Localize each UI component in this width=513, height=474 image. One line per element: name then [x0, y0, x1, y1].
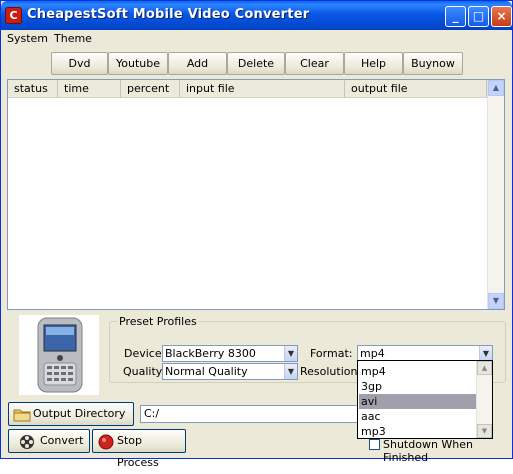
chevron-down-icon[interactable]: ▼ [479, 346, 492, 361]
device-preview-image [19, 315, 99, 395]
format-label: Format: [310, 347, 353, 360]
device-value: BlackBerry 8300 [165, 347, 256, 360]
close-button[interactable]: × [491, 6, 512, 27]
convert-label: Convert [40, 434, 84, 447]
stop-process-button[interactable]: Stop Process [92, 429, 186, 469]
shutdown-checkbox[interactable] [369, 439, 380, 450]
window-title: CheapestSoft Mobile Video Converter [27, 7, 310, 22]
scroll-down-icon[interactable]: ▼ [477, 424, 492, 438]
column-percent[interactable]: percent [121, 80, 180, 98]
device-label: Device: [124, 347, 166, 360]
blackberry-phone-icon [37, 317, 83, 393]
format-option-mp4[interactable]: mp4 [359, 364, 477, 379]
menu-bar: System Theme [1, 30, 512, 48]
app-logo-icon: C [5, 7, 22, 24]
format-option-mp3[interactable]: mp3 [359, 424, 477, 439]
chevron-down-icon[interactable]: ▼ [284, 364, 297, 379]
format-option-avi[interactable]: avi [359, 394, 477, 409]
delete-button[interactable]: Delete [227, 52, 285, 75]
stop-process-label: Stop Process [117, 434, 159, 469]
minimize-button[interactable]: _ [445, 6, 466, 27]
dvd-button[interactable]: Dvd [51, 52, 108, 75]
title-bar[interactable]: C CheapestSoft Mobile Video Converter _ … [1, 1, 512, 30]
column-output-file[interactable]: output file [345, 80, 487, 98]
output-directory-button[interactable]: Output Directory ... [8, 402, 134, 442]
buynow-button[interactable]: Buynow [403, 52, 463, 75]
output-path-input[interactable]: C:/ [140, 405, 362, 423]
menu-system[interactable]: System [7, 32, 48, 45]
file-list-header: status time percent input file output fi… [8, 80, 487, 98]
help-button[interactable]: Help [344, 52, 403, 75]
add-button[interactable]: Add [168, 52, 227, 75]
format-value: mp4 [360, 347, 385, 360]
preset-profiles-legend: Preset Profiles [117, 315, 199, 328]
menu-theme[interactable]: Theme [54, 32, 92, 45]
folder-icon [13, 409, 31, 422]
maximize-button[interactable]: □ [468, 6, 489, 27]
clear-button[interactable]: Clear [285, 52, 344, 75]
quality-select[interactable]: Normal Quality ▼ [162, 363, 298, 380]
file-list[interactable]: status time percent input file output fi… [7, 79, 505, 310]
resolution-label: Resolution : [300, 365, 365, 378]
quality-value: Normal Quality [165, 365, 248, 378]
device-select[interactable]: BlackBerry 8300 ▼ [162, 345, 298, 362]
quality-label: Quality: [123, 365, 166, 378]
scroll-up-icon[interactable]: ▲ [477, 361, 492, 375]
format-option-aac[interactable]: aac [359, 409, 477, 424]
stop-icon [98, 434, 114, 450]
shutdown-label: Shutdown When Finished [383, 438, 474, 464]
app-window: C CheapestSoft Mobile Video Converter _ … [0, 0, 513, 469]
format-dropdown-list[interactable]: mp4 3gp avi aac mp3 ▲ ▼ [357, 360, 493, 439]
chevron-down-icon[interactable]: ▼ [284, 346, 297, 361]
column-input-file[interactable]: input file [180, 80, 345, 98]
column-time[interactable]: time [58, 80, 121, 98]
convert-button[interactable]: Convert [8, 429, 90, 453]
youtube-button[interactable]: Youtube [108, 52, 168, 75]
format-dropdown-scrollbar[interactable]: ▲ ▼ [476, 361, 492, 438]
scroll-up-icon[interactable]: ▲ [488, 80, 504, 96]
file-list-scrollbar[interactable]: ▲ ▼ [487, 80, 504, 309]
film-reel-icon [20, 435, 34, 449]
format-option-3gp[interactable]: 3gp [359, 379, 477, 394]
column-status[interactable]: status [8, 80, 58, 98]
scroll-down-icon[interactable]: ▼ [488, 293, 504, 309]
